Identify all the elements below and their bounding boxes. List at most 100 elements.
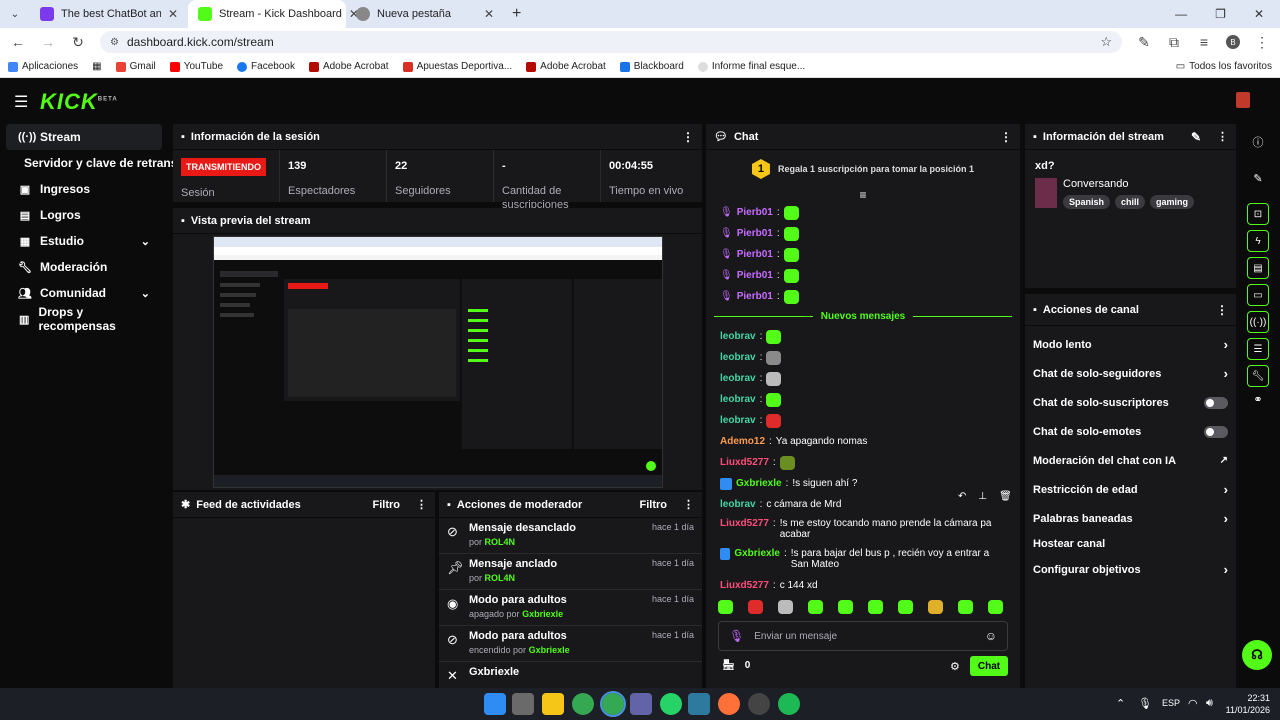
- steam-icon[interactable]: [748, 693, 770, 715]
- emote-icon[interactable]: [928, 600, 943, 614]
- chat-username[interactable]: Pierb01: [737, 228, 773, 239]
- chat-message[interactable]: 🎙︎ Pierb01:: [706, 265, 1020, 286]
- mod-action-row[interactable]: 📌︎ Mensaje anclado por ROL4N hace 1 día: [439, 554, 702, 590]
- teams-icon[interactable]: [630, 693, 652, 715]
- chat-username[interactable]: Pierb01: [737, 291, 773, 302]
- chat-username[interactable]: Pierb01: [737, 207, 773, 218]
- emote-icon[interactable]: [808, 600, 823, 614]
- chat-message[interactable]: leobrav:: [706, 389, 1020, 410]
- chat-message[interactable]: Gxbriexle: !s para bajar del bus p , reci…: [706, 545, 1020, 575]
- bookmark-blackboard[interactable]: Blackboard: [619, 61, 684, 72]
- emote-icon[interactable]: [838, 600, 853, 614]
- mic-tray-icon[interactable]: 🎙︎: [1138, 697, 1152, 710]
- help-headset-icon[interactable]: ☊: [1242, 640, 1272, 670]
- gift-leaderboard[interactable]: 1 Regala 1 suscripción para tomar la pos…: [706, 150, 1020, 188]
- language-indicator[interactable]: ESP: [1162, 698, 1180, 708]
- volume-icon[interactable]: 🔊︎: [1206, 697, 1213, 710]
- close-tab-icon[interactable]: ✕: [484, 7, 494, 21]
- sidebar-item-stream[interactable]: ((·)) Stream: [6, 124, 162, 150]
- sidebar-item-drops[interactable]: ▥ Drops y recompensas: [6, 305, 162, 333]
- site-info-icon[interactable]: ⚙: [110, 37, 119, 48]
- task-view-icon[interactable]: [512, 693, 534, 715]
- minimize-icon[interactable]: —: [1175, 7, 1187, 21]
- whatsapp-icon[interactable]: [660, 693, 682, 715]
- firefox-icon[interactable]: [718, 693, 740, 715]
- channel-action-item[interactable]: Modo lento ›: [1025, 330, 1236, 359]
- chat-username[interactable]: leobrav: [720, 331, 756, 342]
- more-options-icon[interactable]: ⋮: [683, 498, 694, 511]
- sidebar-item-moderacion[interactable]: 🔧︎ Moderación: [6, 254, 162, 280]
- bookmark-star-icon[interactable]: ☆: [1100, 34, 1112, 50]
- bookmark-informe[interactable]: Informe final esque...: [697, 61, 805, 72]
- settings-gear-icon[interactable]: ⚙: [950, 660, 960, 673]
- stream-preview-video[interactable]: [213, 236, 663, 488]
- chat-username[interactable]: Gxbriexle: [736, 478, 782, 489]
- extension-pen-icon[interactable]: ✎: [1136, 34, 1152, 51]
- more-options-icon[interactable]: ⋮: [1217, 130, 1228, 143]
- chat-message[interactable]: Ademo12: Ya apagando nomas: [706, 431, 1020, 452]
- emote-icon[interactable]: [958, 600, 973, 614]
- sidebar-item-logros[interactable]: ▤ Logros: [6, 202, 162, 228]
- all-favorites[interactable]: ▭ Todos los favoritos: [1176, 61, 1272, 72]
- chat-username[interactable]: leobrav: [720, 415, 756, 426]
- user-avatar[interactable]: [1236, 92, 1250, 108]
- sidebar-item-estudio[interactable]: ▦ Estudio ⌄: [6, 228, 162, 254]
- chat-message[interactable]: 🎙︎ Pierb01:: [706, 286, 1020, 307]
- chat-message[interactable]: Liuxd5277: !s me estoy tocando mano prend…: [706, 515, 1020, 545]
- bookmark-apuestas[interactable]: Apuestas Deportiva...: [402, 61, 512, 72]
- chat-input[interactable]: 🎙︎ Enviar un mensaje ☺: [718, 621, 1008, 651]
- toggle-switch[interactable]: [1204, 425, 1228, 438]
- chat-username[interactable]: Pierb01: [737, 249, 773, 260]
- toggle-switch[interactable]: [1204, 396, 1228, 409]
- tray-chevron-icon[interactable]: ⌃: [1116, 697, 1125, 710]
- restore-icon[interactable]: ❐: [1215, 7, 1226, 21]
- edit-icon[interactable]: ✎: [1191, 130, 1201, 144]
- wifi-icon[interactable]: ◠: [1188, 697, 1198, 710]
- sidebar-item-ingresos[interactable]: ▣ Ingresos: [6, 176, 162, 202]
- chat-username[interactable]: Liuxd5277: [720, 457, 769, 468]
- filter-button[interactable]: Filtro: [640, 499, 668, 511]
- extensions-icon[interactable]: ⧉: [1166, 34, 1182, 51]
- screen-share-icon[interactable]: ⊡: [1247, 203, 1269, 225]
- bookmark-acrobat-2[interactable]: Adobe Acrobat: [526, 61, 606, 72]
- drops-icon[interactable]: ⚭: [1240, 393, 1276, 406]
- chat-username[interactable]: Liuxd5277: [720, 518, 769, 529]
- channel-action-item[interactable]: Hostear canal: [1025, 533, 1236, 555]
- channel-action-item[interactable]: Configurar objetivos ›: [1025, 555, 1236, 584]
- media-icon[interactable]: ≡: [1196, 34, 1212, 50]
- file-explorer-icon[interactable]: [542, 693, 564, 715]
- forward-icon[interactable]: →: [40, 34, 56, 50]
- sidebar-item-comunidad[interactable]: 👥︎ Comunidad ⌄: [6, 280, 162, 306]
- bookmark-apps[interactable]: Aplicaciones: [8, 61, 78, 72]
- mod-action-row[interactable]: ⊘ Modo para adultos encendido por Gxbriexl…: [439, 626, 702, 662]
- chat-message[interactable]: 🎙︎ Pierb01:: [706, 202, 1020, 223]
- filter-button[interactable]: Filtro: [373, 499, 401, 511]
- bookmark-facebook[interactable]: Facebook: [237, 61, 295, 72]
- emote-icon[interactable]: [748, 600, 763, 614]
- profile-avatar[interactable]: B: [1226, 35, 1240, 49]
- channel-action-item[interactable]: Moderación del chat con IA ↗: [1025, 446, 1236, 475]
- chat-username[interactable]: Ademo12: [720, 436, 765, 447]
- pinned-toggle-icon[interactable]: ≡: [706, 188, 1020, 202]
- layers-icon[interactable]: ☰: [1247, 338, 1269, 360]
- channel-action-item[interactable]: Chat de solo-emotes: [1025, 417, 1236, 446]
- chat-username[interactable]: Pierb01: [737, 270, 773, 281]
- channel-action-item[interactable]: Chat de solo-suscriptores: [1025, 388, 1236, 417]
- mic-icon[interactable]: 🎙︎: [729, 629, 744, 643]
- chat-message[interactable]: Liuxd5277: c 144 xd: [706, 575, 1020, 596]
- channel-action-item[interactable]: Palabras baneadas ›: [1025, 504, 1236, 533]
- chat-username[interactable]: leobrav: [720, 394, 756, 405]
- bookmark-acrobat[interactable]: Adobe Acrobat: [308, 61, 389, 72]
- edit-icon[interactable]: ✎: [1240, 172, 1276, 185]
- chat-message[interactable]: Liuxd5277:: [706, 452, 1020, 473]
- close-tab-icon[interactable]: ✕: [168, 7, 178, 21]
- kick-logo[interactable]: KICKBETA: [40, 89, 118, 115]
- chat-send-button[interactable]: Chat: [970, 656, 1008, 676]
- emote-icon[interactable]: [868, 600, 883, 614]
- chat-message[interactable]: leobrav:: [706, 368, 1020, 389]
- chrome-active-icon[interactable]: [600, 691, 626, 717]
- more-options-icon[interactable]: ⋮: [1000, 130, 1012, 144]
- spotify-icon[interactable]: [778, 693, 800, 715]
- chat-username[interactable]: Liuxd5277: [720, 580, 769, 591]
- tab-new[interactable]: Nueva pestaña ✕: [346, 0, 504, 28]
